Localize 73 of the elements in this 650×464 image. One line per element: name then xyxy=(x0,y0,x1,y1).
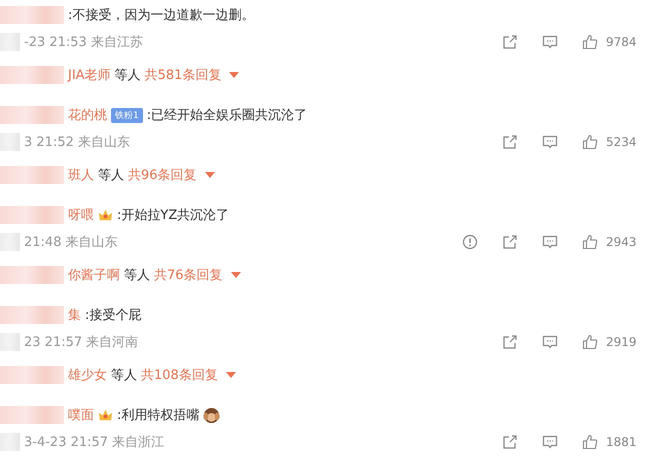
user-name[interactable]: 噗面 xyxy=(68,406,94,424)
redaction-mosaic xyxy=(0,6,64,24)
comment-icon[interactable] xyxy=(542,334,558,350)
caret-icon xyxy=(229,72,240,78)
share-icon[interactable] xyxy=(502,434,518,450)
redaction-mosaic xyxy=(0,133,20,151)
user-name[interactable]: 呀喂 xyxy=(68,206,94,224)
thumbs-up-icon[interactable] xyxy=(582,234,598,250)
like-count: 2943 xyxy=(606,235,638,249)
caret-icon xyxy=(226,372,236,378)
reply-suffix: 等人 xyxy=(114,67,141,84)
comment-time: 23 21:57 xyxy=(24,334,82,350)
comment-location: 来自江苏 xyxy=(90,34,143,51)
redaction-mosaic xyxy=(0,366,64,384)
reply-suffix: 等人 xyxy=(124,267,150,284)
comment-text: :已经开始全娱乐圈共沉沦了 xyxy=(146,107,308,124)
reply-user-name[interactable]: 雄少女 xyxy=(68,366,107,384)
caret-icon xyxy=(204,172,215,178)
like-count: 2919 xyxy=(606,335,638,349)
redaction-mosaic xyxy=(0,233,20,251)
comment-location: 来自山东 xyxy=(65,234,118,251)
redaction-mosaic xyxy=(0,66,64,84)
redaction-mosaic xyxy=(0,266,64,284)
redaction-mosaic xyxy=(0,166,64,184)
comment-time: 3-4-23 21:57 xyxy=(24,434,108,450)
reply-count-link[interactable]: 共108条回复 xyxy=(141,366,236,384)
thumbs-up-icon[interactable] xyxy=(582,34,598,50)
reply-user-name[interactable]: JIA老师 xyxy=(68,66,111,84)
comment-text: :利用特权捂嘴 xyxy=(117,407,200,424)
share-icon[interactable] xyxy=(502,134,518,150)
comment-text: :不接受，因为一边道歉一边删。 xyxy=(68,7,254,24)
reply-count-link[interactable]: 共96条回复 xyxy=(128,166,215,184)
crown-icon xyxy=(98,208,113,222)
redaction-mosaic xyxy=(0,433,20,451)
redaction-mosaic xyxy=(0,333,20,351)
comment-location: 来自浙江 xyxy=(112,434,164,451)
fan-badge: 铁粉1 xyxy=(111,108,143,122)
user-name[interactable]: 花的桃 xyxy=(68,106,107,124)
comment-time: 21:48 xyxy=(24,234,62,250)
thumbs-up-icon[interactable] xyxy=(582,134,598,150)
user-name[interactable]: 集 xyxy=(68,306,81,324)
reply-count-link[interactable]: 共76条回复 xyxy=(154,266,241,284)
share-icon[interactable] xyxy=(502,334,518,350)
like-count: 1881 xyxy=(606,435,638,449)
comment-location: 来自山东 xyxy=(78,134,130,151)
redaction-mosaic xyxy=(0,206,64,224)
comment-icon[interactable] xyxy=(542,434,558,450)
comment-time: 3 21:52 xyxy=(24,134,74,150)
redaction-mosaic xyxy=(0,106,64,124)
redaction-mosaic xyxy=(0,306,64,324)
reply-count-link[interactable]: 共581条回复 xyxy=(144,66,240,84)
comment-text: :开始拉YZ共沉沦了 xyxy=(117,207,230,224)
comment-time: -23 21:53 xyxy=(24,34,87,50)
reply-user-name[interactable]: 你酱子啊 xyxy=(68,266,120,284)
share-icon[interactable] xyxy=(502,234,518,250)
like-count: 5234 xyxy=(606,135,638,149)
reply-suffix: 等人 xyxy=(111,367,137,384)
comment-location: 来自河南 xyxy=(86,334,138,351)
reply-suffix: 等人 xyxy=(98,167,124,184)
thumbs-up-icon[interactable] xyxy=(582,334,598,350)
thumbs-up-icon[interactable] xyxy=(582,434,598,450)
report-icon[interactable] xyxy=(462,234,478,250)
redaction-mosaic xyxy=(0,406,64,424)
crown-icon xyxy=(98,408,113,422)
caret-icon xyxy=(230,272,241,278)
redaction-mosaic xyxy=(0,33,20,51)
share-icon[interactable] xyxy=(502,34,518,50)
like-count: 9784 xyxy=(606,35,638,49)
comment-icon[interactable] xyxy=(542,34,558,50)
reply-user-name[interactable]: 班人 xyxy=(68,166,94,184)
comment-icon[interactable] xyxy=(542,234,558,250)
comment-text: :接受个屁 xyxy=(85,307,142,324)
comment-icon[interactable] xyxy=(542,134,558,150)
